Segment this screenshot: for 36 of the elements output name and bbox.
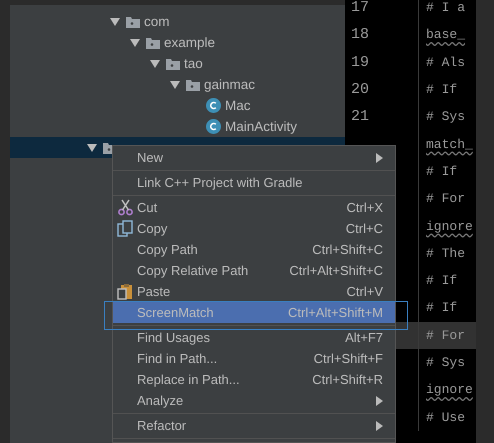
code-text: # Sys bbox=[426, 355, 466, 370]
shortcut-text: Ctrl+Alt+Shift+M bbox=[288, 305, 383, 320]
line-number: 18 bbox=[351, 26, 370, 44]
shortcut-text: Ctrl+Alt+Shift+C bbox=[289, 263, 383, 278]
code-text: ignore bbox=[426, 218, 473, 234]
line-number: 20 bbox=[351, 81, 370, 98]
code-text: # I a bbox=[426, 0, 466, 16]
shortcut-text: Ctrl+X bbox=[346, 200, 383, 215]
code-text: # Sys bbox=[426, 109, 466, 124]
tree-label: tao bbox=[184, 56, 203, 71]
code-text: # If bbox=[426, 82, 458, 98]
code-text: # Als bbox=[426, 54, 466, 70]
shortcut-text: Ctrl+V bbox=[346, 284, 383, 299]
code-text: ignore bbox=[426, 382, 473, 398]
code-text: # If bbox=[426, 300, 458, 316]
code-text: base_ bbox=[426, 27, 466, 42]
tree-label: example bbox=[164, 35, 216, 50]
shortcut-text: Ctrl+Shift+C bbox=[312, 242, 383, 257]
shortcut-text: Ctrl+Shift+R bbox=[312, 372, 383, 387]
code-text: # If bbox=[426, 164, 458, 179]
shortcut-text: Ctrl+C bbox=[346, 221, 383, 236]
tree-label: com bbox=[144, 14, 170, 29]
code-text: match_ bbox=[426, 136, 473, 152]
code-text: # For bbox=[426, 328, 466, 343]
code-text: # If bbox=[426, 273, 458, 288]
line-number: 17 bbox=[351, 0, 370, 16]
code-text: # The bbox=[426, 246, 466, 261]
code-text: # Use bbox=[426, 410, 466, 425]
tree-label: MainActivity bbox=[225, 119, 298, 134]
shortcut-text: Ctrl+Shift+F bbox=[314, 351, 383, 366]
line-number: 19 bbox=[351, 54, 370, 71]
tree-label: Mac bbox=[225, 98, 251, 113]
line-number: 21 bbox=[351, 108, 370, 126]
shortcut-text: Alt+F7 bbox=[345, 330, 383, 345]
code-text: # For bbox=[426, 191, 466, 206]
tree-label: gainmac bbox=[204, 77, 256, 92]
